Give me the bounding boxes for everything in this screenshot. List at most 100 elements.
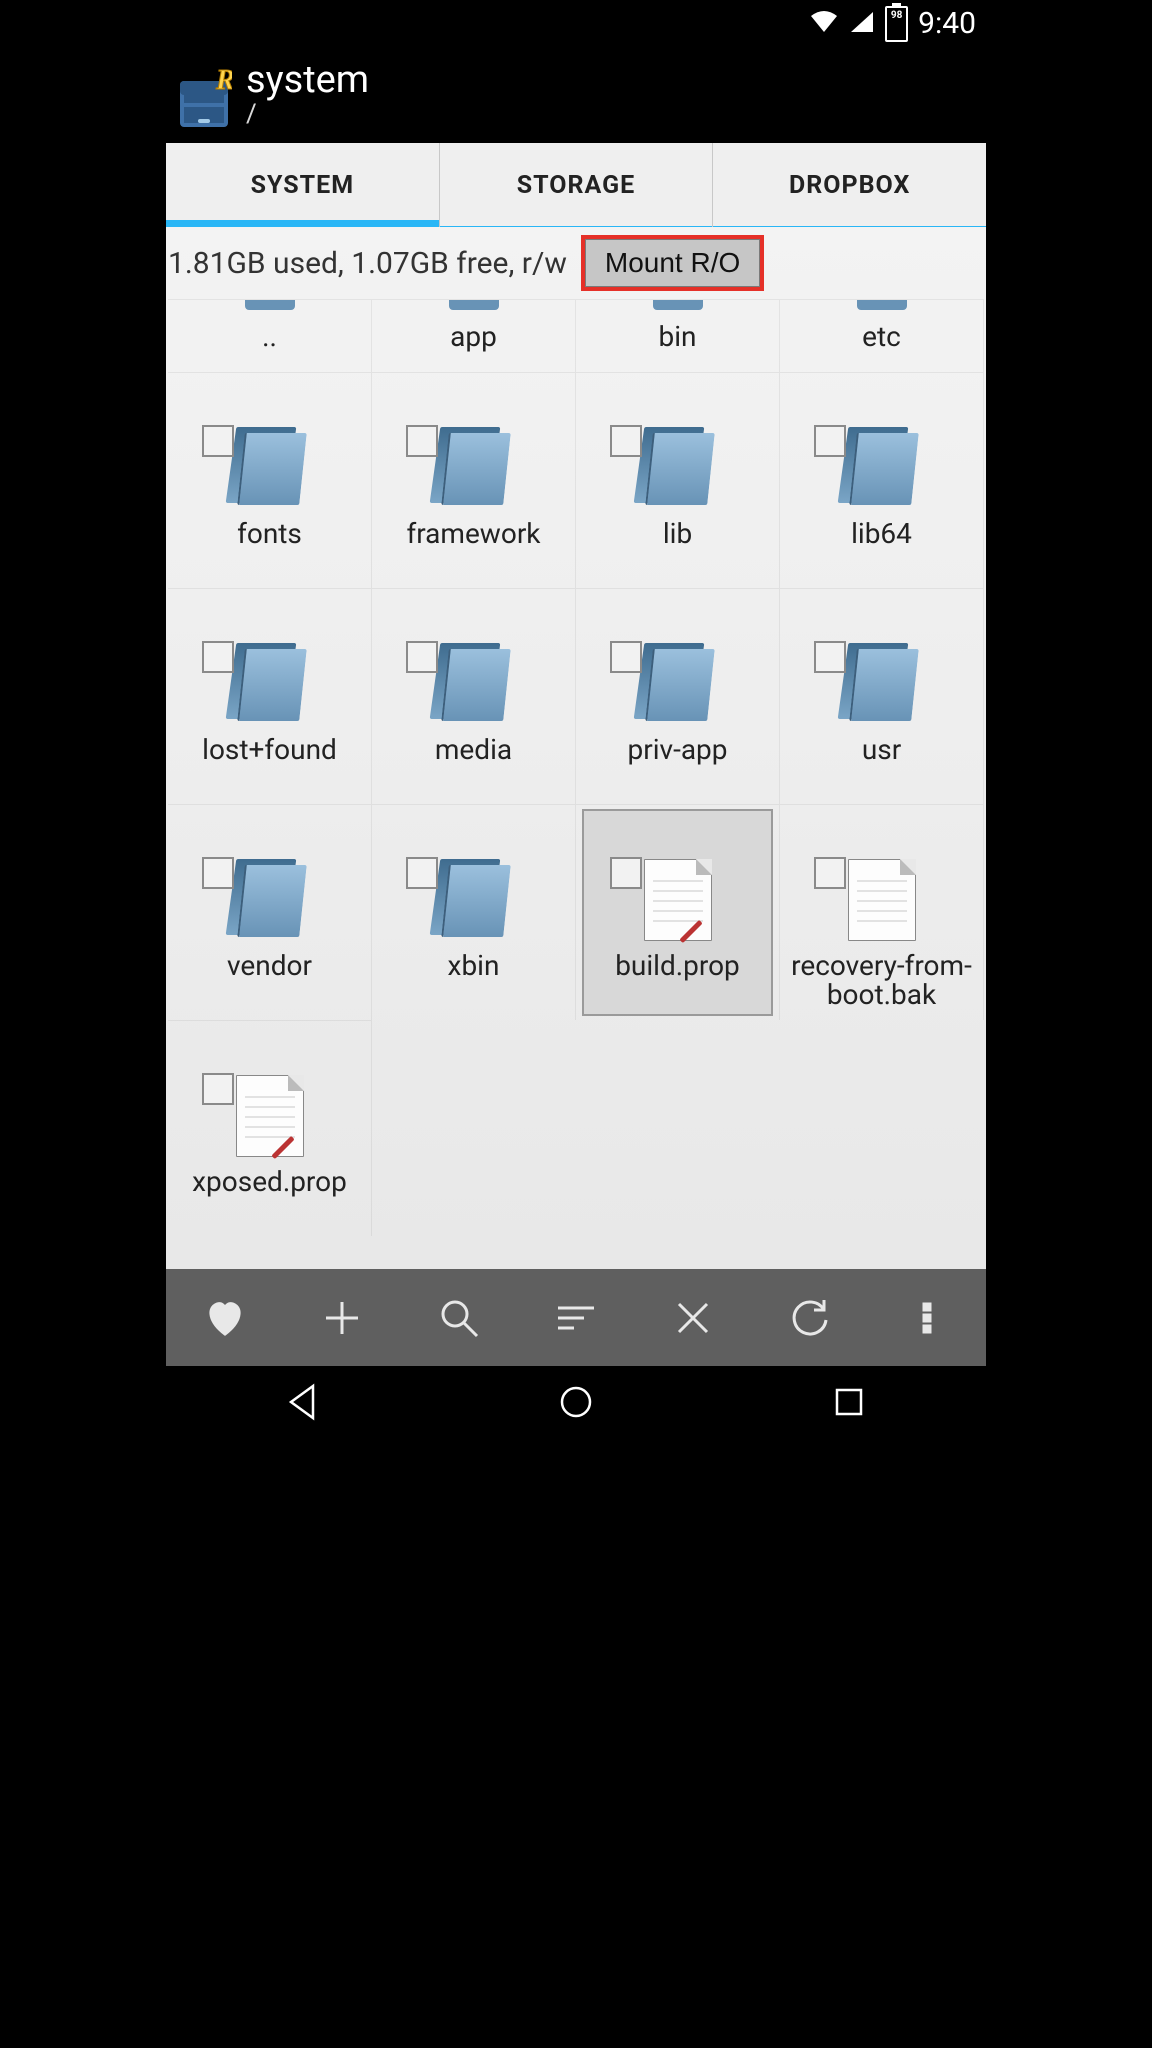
item-checkbox[interactable] bbox=[406, 641, 438, 673]
grid-item[interactable]: media bbox=[372, 588, 576, 804]
grid-item[interactable]: bin bbox=[576, 299, 780, 372]
grid-item[interactable]: framework bbox=[372, 372, 576, 588]
folder-icon bbox=[639, 413, 717, 509]
bottom-toolbar bbox=[166, 1269, 986, 1366]
battery-percent: 98 bbox=[888, 10, 905, 21]
content-area: 1.81GB used, 1.07GB free, r/w Mount R/O … bbox=[166, 227, 986, 1269]
folder-icon bbox=[245, 300, 295, 310]
grid-item[interactable]: .. bbox=[168, 299, 372, 372]
storage-row: 1.81GB used, 1.07GB free, r/w Mount R/O bbox=[166, 227, 986, 299]
item-label: vendor bbox=[223, 951, 316, 980]
folder-icon bbox=[449, 300, 499, 310]
close-button[interactable] bbox=[635, 1269, 752, 1366]
item-checkbox[interactable] bbox=[202, 425, 234, 457]
item-label: bin bbox=[655, 322, 701, 351]
item-label: xbin bbox=[444, 951, 504, 980]
folder-icon bbox=[843, 413, 921, 509]
grid-item[interactable]: lost+found bbox=[168, 588, 372, 804]
item-label: lost+found bbox=[198, 735, 341, 764]
file-grid: .. app bin etc fonts framework lib lib64 lost+fo… bbox=[166, 299, 986, 1236]
item-label: fonts bbox=[233, 519, 306, 548]
folder-icon bbox=[857, 300, 907, 310]
folder-icon bbox=[231, 845, 309, 941]
folder-icon bbox=[435, 413, 513, 509]
item-label: build.prop bbox=[611, 951, 744, 980]
folder-icon bbox=[639, 629, 717, 725]
mount-ro-button[interactable]: Mount R/O bbox=[581, 235, 764, 291]
file-edit-icon bbox=[236, 1061, 304, 1157]
tab-storage[interactable]: STORAGE bbox=[440, 143, 714, 227]
system-nav-bar bbox=[166, 1366, 986, 1441]
favorites-button[interactable] bbox=[166, 1269, 283, 1366]
tab-label: STORAGE bbox=[517, 171, 635, 200]
item-checkbox[interactable] bbox=[202, 641, 234, 673]
tab-label: SYSTEM bbox=[251, 171, 355, 200]
search-button[interactable] bbox=[400, 1269, 517, 1366]
tab-dropbox[interactable]: DROPBOX bbox=[713, 143, 986, 227]
path-label: / bbox=[246, 99, 369, 129]
battery-icon: 98 bbox=[885, 6, 908, 42]
nav-recent-button[interactable] bbox=[829, 1382, 869, 1426]
item-checkbox[interactable] bbox=[610, 425, 642, 457]
file-icon bbox=[848, 845, 916, 941]
grid-item[interactable]: build.prop bbox=[576, 804, 780, 1020]
tab-label: DROPBOX bbox=[789, 171, 910, 200]
folder-icon bbox=[653, 300, 703, 310]
grid-item[interactable]: priv-app bbox=[576, 588, 780, 804]
tab-bar: SYSTEM STORAGE DROPBOX bbox=[166, 143, 986, 228]
grid-item[interactable]: lib bbox=[576, 372, 780, 588]
item-label: lib bbox=[659, 519, 696, 548]
svg-text:R: R bbox=[215, 67, 232, 96]
item-checkbox[interactable] bbox=[814, 641, 846, 673]
folder-icon bbox=[231, 413, 309, 509]
item-label: priv-app bbox=[624, 735, 732, 764]
item-label: etc bbox=[858, 322, 905, 351]
item-checkbox[interactable] bbox=[814, 857, 846, 889]
grid-item[interactable]: usr bbox=[780, 588, 984, 804]
file-edit-icon bbox=[644, 845, 712, 941]
grid-item[interactable]: etc bbox=[780, 299, 984, 372]
grid-item[interactable]: xbin bbox=[372, 804, 576, 1020]
add-button[interactable] bbox=[283, 1269, 400, 1366]
grid-item[interactable]: xposed.prop bbox=[168, 1020, 372, 1236]
app-icon: R bbox=[176, 67, 232, 123]
folder-icon bbox=[435, 845, 513, 941]
folder-icon bbox=[435, 629, 513, 725]
item-label: .. bbox=[258, 322, 281, 351]
grid-item[interactable]: vendor bbox=[168, 804, 372, 1020]
device-screen: 98 9:40 R system / SYSTEM STORAGE DROPBO… bbox=[166, 0, 986, 1441]
tab-system[interactable]: SYSTEM bbox=[166, 143, 440, 227]
item-label: recovery-from-boot.bak bbox=[780, 951, 983, 1010]
sort-button[interactable] bbox=[517, 1269, 634, 1366]
folder-icon bbox=[231, 629, 309, 725]
status-time: 9:40 bbox=[918, 6, 976, 41]
nav-home-button[interactable] bbox=[556, 1382, 596, 1426]
storage-stats: 1.81GB used, 1.07GB free, r/w bbox=[168, 246, 567, 281]
wifi-icon bbox=[809, 10, 839, 38]
app-header: R system / bbox=[166, 47, 986, 143]
grid-item[interactable]: fonts bbox=[168, 372, 372, 588]
page-title: system bbox=[246, 61, 369, 99]
item-label: usr bbox=[858, 735, 905, 764]
item-checkbox[interactable] bbox=[202, 857, 234, 889]
item-label: lib64 bbox=[847, 519, 916, 548]
item-label: media bbox=[431, 735, 516, 764]
nav-back-button[interactable] bbox=[283, 1382, 323, 1426]
folder-icon bbox=[843, 629, 921, 725]
grid-item[interactable]: recovery-from-boot.bak bbox=[780, 804, 984, 1020]
item-label: app bbox=[446, 322, 501, 351]
item-label: xposed.prop bbox=[188, 1167, 351, 1196]
title-box: system / bbox=[246, 61, 369, 129]
item-checkbox[interactable] bbox=[406, 425, 438, 457]
item-checkbox[interactable] bbox=[814, 425, 846, 457]
grid-item[interactable]: lib64 bbox=[780, 372, 984, 588]
item-checkbox[interactable] bbox=[610, 641, 642, 673]
grid-item[interactable]: app bbox=[372, 299, 576, 372]
more-button[interactable] bbox=[869, 1269, 986, 1366]
refresh-button[interactable] bbox=[752, 1269, 869, 1366]
item-checkbox[interactable] bbox=[406, 857, 438, 889]
item-label: framework bbox=[403, 519, 545, 548]
item-checkbox[interactable] bbox=[202, 1073, 234, 1105]
signal-icon bbox=[849, 10, 875, 38]
item-checkbox[interactable] bbox=[610, 857, 642, 889]
